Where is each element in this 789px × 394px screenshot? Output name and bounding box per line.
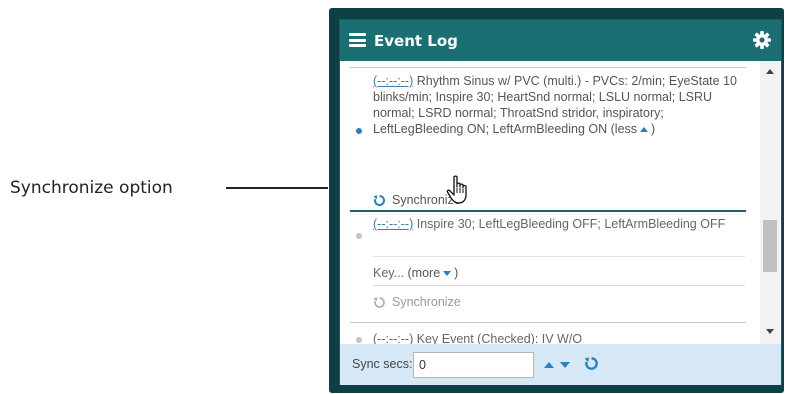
entry-timestamp[interactable]: (--:--:--) bbox=[373, 332, 413, 344]
hamburger-icon[interactable] bbox=[349, 33, 366, 47]
entry-text: (--:--:--) Inspire 30; LeftLegBleeding O… bbox=[373, 216, 749, 232]
entry-inner-divider bbox=[373, 285, 745, 286]
scroll-up-icon[interactable] bbox=[766, 69, 774, 74]
callout-label: Synchronize option bbox=[10, 178, 173, 198]
caret-down-icon bbox=[443, 270, 452, 276]
event-list[interactable]: (--:--:--) Rhythm Sinus w/ PVC (multi.) … bbox=[340, 61, 758, 344]
sync-secs-input[interactable] bbox=[413, 352, 534, 378]
callout-annotation: Synchronize option bbox=[0, 175, 328, 201]
entry-bullet-icon bbox=[356, 337, 362, 343]
entry-inner-divider bbox=[373, 256, 745, 257]
event-log-panel: Event Log (--:--:--) Rhythm Sinus w/ PVC bbox=[339, 19, 782, 385]
entry-bullet-icon bbox=[356, 233, 362, 239]
hand-cursor-icon bbox=[446, 175, 467, 204]
sync-footer: Sync secs: bbox=[340, 344, 781, 385]
scroll-down-icon[interactable] bbox=[766, 329, 774, 334]
entry-divider bbox=[350, 322, 746, 323]
panel-titlebar: Event Log bbox=[340, 20, 781, 61]
entry-text: (--:--:--) Key Event (Checked): IV W/O bbox=[373, 331, 749, 344]
entry-bullet-icon bbox=[356, 128, 362, 134]
entry-timestamp[interactable]: (--:--:--) bbox=[373, 74, 413, 88]
selected-divider bbox=[350, 210, 746, 212]
synchronize-label: Synchronize bbox=[392, 295, 461, 309]
caret-up-icon bbox=[640, 126, 649, 132]
scrollbar-thumb[interactable] bbox=[763, 220, 777, 272]
entry-divider bbox=[350, 67, 746, 68]
refresh-icon bbox=[373, 296, 385, 308]
synchronize-button-disabled[interactable]: Synchronize bbox=[373, 293, 461, 311]
gear-icon[interactable] bbox=[752, 30, 772, 50]
entry-key-text: Key... (more) bbox=[373, 266, 459, 280]
more-toggle[interactable]: (more) bbox=[408, 266, 459, 280]
less-toggle[interactable]: (less) bbox=[611, 122, 656, 136]
entry-timestamp[interactable]: (--:--:--) bbox=[373, 217, 413, 231]
entry-description: Key Event (Checked): IV W/O bbox=[413, 332, 583, 344]
vertical-scrollbar[interactable] bbox=[760, 61, 780, 344]
sync-refresh-icon[interactable] bbox=[584, 356, 599, 371]
entry-description: Rhythm Sinus w/ PVC (multi.) - PVCs: 2/m… bbox=[373, 74, 737, 136]
panel-title: Event Log bbox=[374, 32, 458, 50]
sync-secs-label: Sync secs: bbox=[352, 357, 413, 371]
callout-leader-line bbox=[226, 187, 328, 189]
entry-description: Inspire 30; LeftLegBleeding OFF; LeftArm… bbox=[413, 217, 726, 231]
entry-text: (--:--:--) Rhythm Sinus w/ PVC (multi.) … bbox=[373, 73, 749, 137]
refresh-icon bbox=[373, 194, 385, 206]
decrement-down-icon[interactable] bbox=[560, 362, 570, 368]
increment-up-icon[interactable] bbox=[544, 362, 554, 368]
